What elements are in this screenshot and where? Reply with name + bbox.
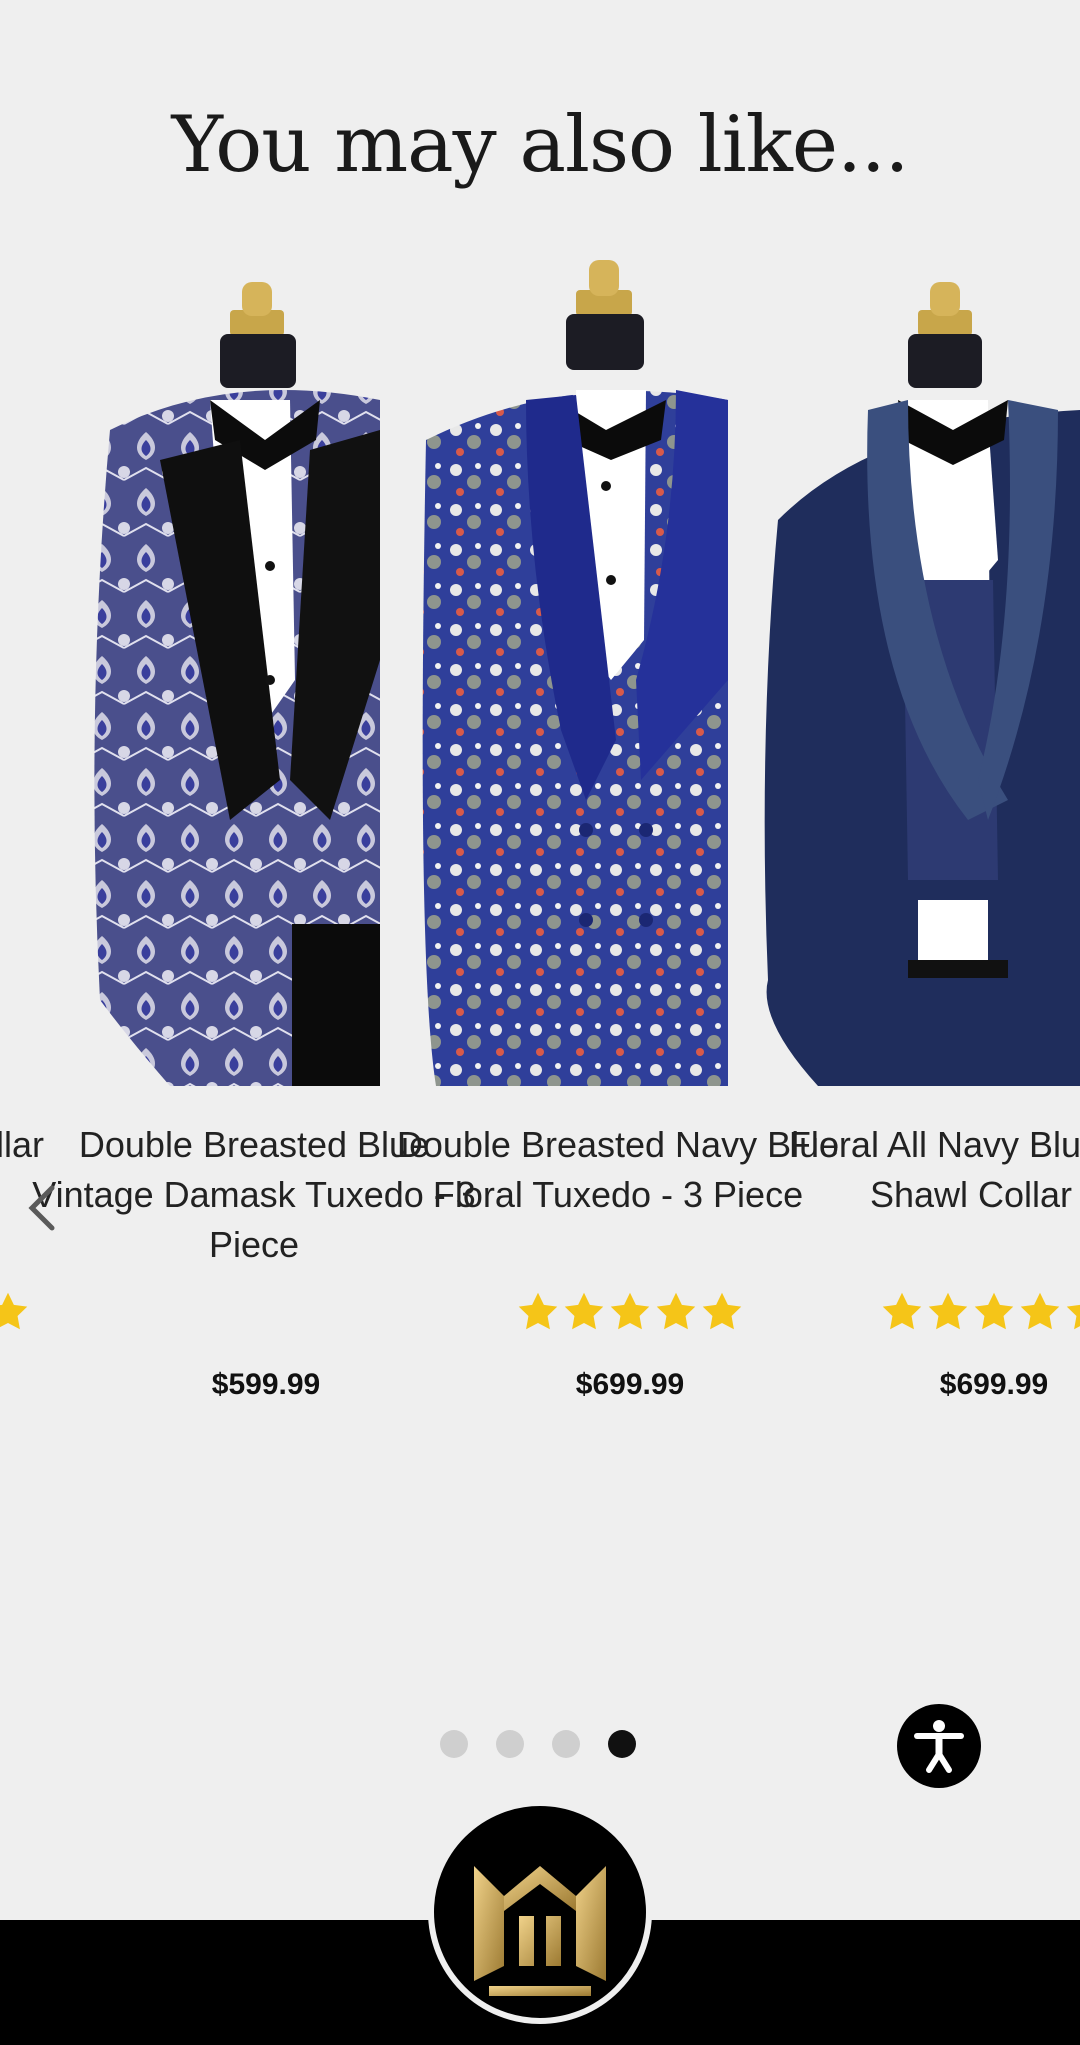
star-icon	[1066, 1304, 1080, 1330]
product-price: $599.99	[211, 1368, 321, 1401]
rating-stars	[448, 1290, 812, 1338]
rating-stars	[0, 1290, 45, 1338]
brand-logo[interactable]	[428, 1800, 652, 2024]
carousel-prev-button[interactable]	[22, 1182, 62, 1234]
carousel-pagination	[440, 1730, 650, 1760]
product-title[interactable]: Floral All Navy Blue with Shawl Collar -	[752, 1120, 1080, 1220]
product-image[interactable]	[758, 260, 1080, 1086]
product-image[interactable]	[406, 260, 728, 1086]
star-icon	[518, 1292, 558, 1330]
logo-icon	[474, 1866, 606, 1996]
section-title: You may also like...	[171, 100, 910, 190]
chevron-left-icon	[28, 1185, 55, 1231]
star-icon	[882, 1292, 922, 1330]
star-icon	[928, 1292, 968, 1330]
product-image[interactable]	[80, 260, 380, 1086]
star-icon	[610, 1292, 650, 1330]
product-price: $699.99	[575, 1368, 685, 1401]
product-carousel[interactable]: n Collar e	[0, 260, 1080, 1440]
star-icon	[564, 1292, 604, 1330]
star-icon	[0, 1292, 28, 1330]
pagination-dot[interactable]	[496, 1730, 524, 1758]
product-price: $699.99	[939, 1368, 1049, 1401]
pagination-dot-active[interactable]	[608, 1730, 636, 1758]
star-icon	[702, 1292, 742, 1330]
star-icon	[656, 1292, 696, 1330]
pagination-dot[interactable]	[552, 1730, 580, 1758]
star-icon	[1020, 1292, 1060, 1330]
accessibility-button[interactable]	[897, 1704, 981, 1788]
pagination-dot[interactable]	[440, 1730, 468, 1758]
accessibility-icon	[914, 1720, 964, 1773]
rating-stars	[812, 1290, 1080, 1338]
star-icon	[974, 1292, 1014, 1330]
